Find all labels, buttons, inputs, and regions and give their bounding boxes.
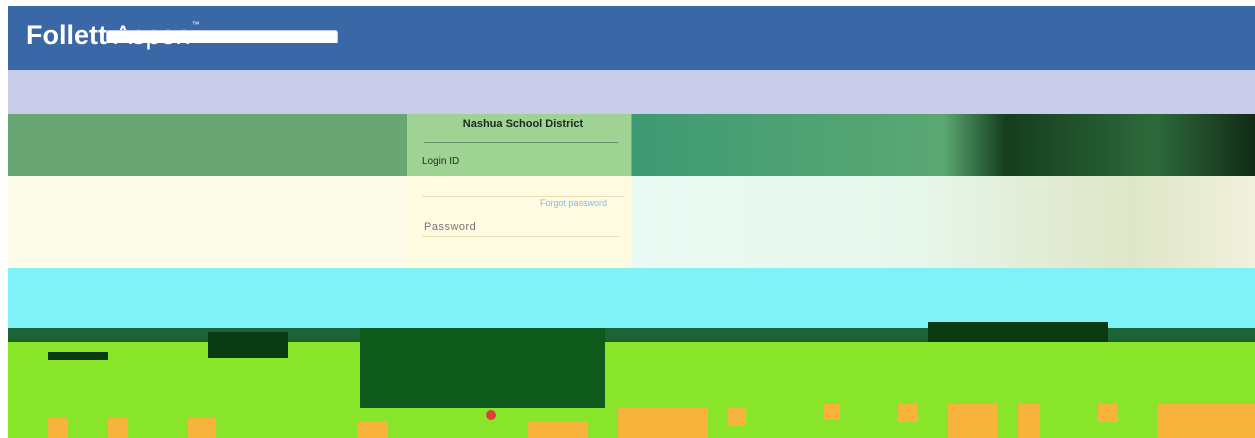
background-orange-block [358, 422, 388, 438]
alert-dot-icon [486, 410, 496, 420]
password-underline [422, 236, 620, 237]
background-orange-block [528, 422, 588, 438]
background-orange-block [188, 418, 216, 438]
background-orange-block [824, 404, 840, 420]
background-stripe [208, 332, 288, 358]
background-orange-block [728, 408, 746, 426]
background-orange-block [948, 404, 998, 438]
background-orange-block [1158, 404, 1255, 438]
logo-trademark: ™ [191, 20, 200, 29]
background-orange-block [1018, 404, 1040, 438]
background-orange-block [1098, 404, 1118, 422]
background-orange-block [108, 418, 128, 438]
district-name: Nashua School District [462, 118, 584, 130]
background-orange-block [898, 404, 918, 422]
background-orange-block [618, 408, 708, 438]
log-on-button[interactable] [378, 330, 592, 370]
district-divider [424, 142, 618, 143]
background-stripe [48, 352, 108, 360]
login-card-tab [106, 30, 338, 43]
password-input[interactable] [422, 218, 624, 236]
logo-bold-text: Follett [26, 20, 107, 50]
background-stripe [928, 322, 1108, 342]
background-orange-block [48, 418, 68, 438]
forgot-password-link[interactable]: Forgot password [540, 198, 607, 208]
login-id-label: Login ID [422, 156, 460, 167]
login-id-input[interactable] [422, 178, 624, 197]
